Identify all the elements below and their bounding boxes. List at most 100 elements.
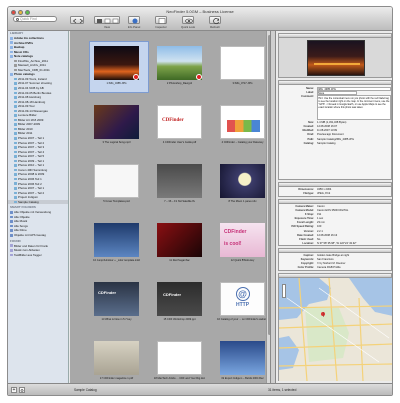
photo-icon	[14, 127, 17, 131]
exif-pane: Camera Maker: Canon Camera Model: Canon EO…	[278, 199, 392, 246]
sidebar-item-label: Note catalogs	[14, 54, 33, 59]
sidebar-item-label: Photos 2007 – Teil 2	[18, 190, 45, 195]
sidebar-item-label: Bilder 2010	[18, 126, 33, 131]
thumbnail-sugar[interactable]	[157, 223, 202, 257]
titlebar: NeoFinder 5.0GM – Business License Quick…	[8, 7, 392, 31]
sidebar-item-label: Photos 2010 – Teil 1	[18, 163, 45, 168]
thumbnail-slide[interactable]: CDFinder	[157, 282, 202, 316]
thumbnail-monitor[interactable]	[220, 341, 265, 375]
status-item-count: 31 items, 1 selected	[268, 388, 297, 392]
thumbnail-cdfinder[interactable]: CDFinder	[157, 105, 202, 139]
thumbnail-album[interactable]	[94, 105, 139, 139]
sidebar-item-label: Photos 2007 – Teil 5	[18, 154, 45, 159]
thumbnail-document[interactable]	[220, 46, 265, 80]
smart-icon	[10, 224, 13, 228]
exif-header	[279, 200, 391, 204]
photo-icon	[14, 182, 17, 186]
status-catalog-name: Sample Catalog	[74, 388, 97, 392]
thumbnail-caption: 12 Quick BTools.key	[230, 259, 255, 262]
sidebar-item-smart[interactable]: Objekte mit GPS Geotag	[8, 233, 68, 238]
photo-icon	[14, 91, 17, 95]
name-value[interactable]: IMG_4385.JPG	[317, 87, 391, 91]
quick-find-field[interactable]: Quick Find	[13, 16, 57, 22]
info-row-filetype: Filetype: JPEG, 8 bit	[303, 192, 331, 196]
sidebar-item-label: 2011-08-18 Hamburg	[18, 99, 46, 104]
sidebar-item-label: Photos 2006 Teil 1	[18, 176, 42, 181]
settings-gear-icon[interactable]: ⚙	[19, 387, 25, 393]
sidebar-item-label: FireWire_Archive_2011	[18, 58, 48, 63]
sidebar-item-library[interactable]: Sample Catalog	[8, 199, 68, 205]
smart-icon	[10, 233, 13, 237]
sidebar-item-label: TestBilder aus Tagger	[14, 252, 42, 257]
smart-icon	[10, 211, 13, 214]
sidebar-item-label: Archive DVDs	[14, 40, 34, 45]
gps-badge-icon	[133, 74, 139, 80]
thumbnail-caption: 8 The Moon 1 pane.m4v	[228, 200, 257, 203]
sidebar-item-label: Photos 2007 – Teil 1	[18, 136, 45, 141]
thumbnail-caption: 19 Export Indigum – BeUE 2004 Rec	[221, 377, 264, 380]
sidebar-item-label: 2011-09 Tour	[18, 104, 35, 109]
sidebar-item-label: 2011-04 NCB by AB	[18, 86, 44, 91]
map-zoom-control[interactable]	[282, 284, 286, 298]
photo-icon	[14, 159, 17, 163]
thumbnail-bookcover[interactable]	[94, 341, 139, 375]
photo-icon	[14, 177, 17, 181]
sidebar-item-label: Musik zum Abbeiten	[14, 248, 40, 253]
photo-icon	[14, 150, 17, 154]
comment-field[interactable]: Hint: Use the contextual menu on you pho…	[317, 95, 391, 121]
refresh-icon	[213, 18, 220, 25]
thumbnail-caption: 16 Catalog of your ... on CDFinder's web…	[217, 318, 268, 321]
sidebar-item-label: Project Indigum	[18, 195, 39, 200]
sidebar-item-label: Bilder 2007-2009	[18, 122, 41, 127]
sidebar-item-found[interactable]: TestBilder aus Tagger	[8, 253, 68, 258]
photo-icon	[14, 123, 17, 126]
eye-icon	[185, 18, 193, 24]
info-panel-button[interactable]	[128, 16, 140, 24]
thumbnail-blankdoc[interactable]	[157, 341, 202, 375]
folder-icon	[10, 73, 13, 76]
thumbnail-caption: 3 IMG_3717.JPG	[232, 82, 253, 85]
window-title: NeoFinder 5.0GM – Business License	[166, 9, 234, 14]
sidebar-item-label: 2011-09-14 Wiesengau	[18, 108, 48, 113]
general-info-pane: Name: IMG_4385.JPG Label: None Comment: Hin…	[278, 80, 392, 180]
disk-icon	[14, 64, 17, 67]
thumbnail-pink[interactable]: CDFinder is cool!	[220, 223, 265, 257]
thumbnail-gray[interactable]	[157, 164, 202, 198]
label-select[interactable]: None	[317, 91, 357, 95]
thumbnail-paper[interactable]	[94, 164, 139, 198]
thumbnail-chart[interactable]	[220, 105, 265, 139]
sidebar-item-label: Photos 2006 Teil 2	[18, 181, 42, 186]
preview-image	[307, 40, 365, 76]
thumbnail-whatsnew[interactable]: CDFinder	[94, 282, 139, 316]
map-pane	[278, 273, 392, 381]
iptc-header	[279, 249, 391, 253]
sidebar-item-label: Bilder 2011	[18, 131, 33, 136]
add-catalog-button[interactable]: +	[11, 387, 17, 393]
thumbnail-caption: 1 IMG_4385.JPG	[106, 82, 127, 85]
photo-icon	[14, 196, 17, 199]
thumbnail-http[interactable]: @ HTTP	[220, 282, 265, 316]
inspector-icon	[158, 18, 166, 24]
sidebar-item-label: 2011-03-05 Berlin Bundes	[18, 90, 52, 95]
nav-back-forward[interactable]	[70, 16, 84, 24]
thumbnail-book[interactable]	[94, 223, 139, 257]
preview-pane-header	[279, 34, 391, 38]
sidebar-item-label: Photos 2007 – Teil 4	[18, 149, 45, 154]
photo-icon	[14, 132, 17, 136]
location-map[interactable]	[279, 278, 393, 381]
inspector-label: Inspector	[155, 25, 167, 29]
view-mode-segment[interactable]	[94, 16, 120, 24]
iptc-pane: Caption: Golden Gate Bridge at night Keyw…	[278, 248, 392, 271]
inspector-button[interactable]	[155, 16, 167, 24]
thumbnail-moon[interactable]	[220, 164, 265, 198]
disk-icon	[14, 59, 17, 63]
sidebar-item-label: Adobe Inv collections	[14, 36, 44, 40]
thumbnail-caption: 15 CDF Workshop 2009.ppt	[163, 318, 196, 321]
refresh-button[interactable]	[209, 16, 221, 25]
thumbnail-caption: 2 Photoshop_Raw.jp2	[166, 82, 193, 85]
photo-icon	[14, 118, 17, 122]
preview-pane	[278, 33, 392, 78]
thumbnail-caption: 4 CDFinder – Catalog your Data.key	[221, 141, 264, 144]
view-label: View	[103, 25, 110, 29]
quick-look-button[interactable]	[182, 16, 194, 24]
